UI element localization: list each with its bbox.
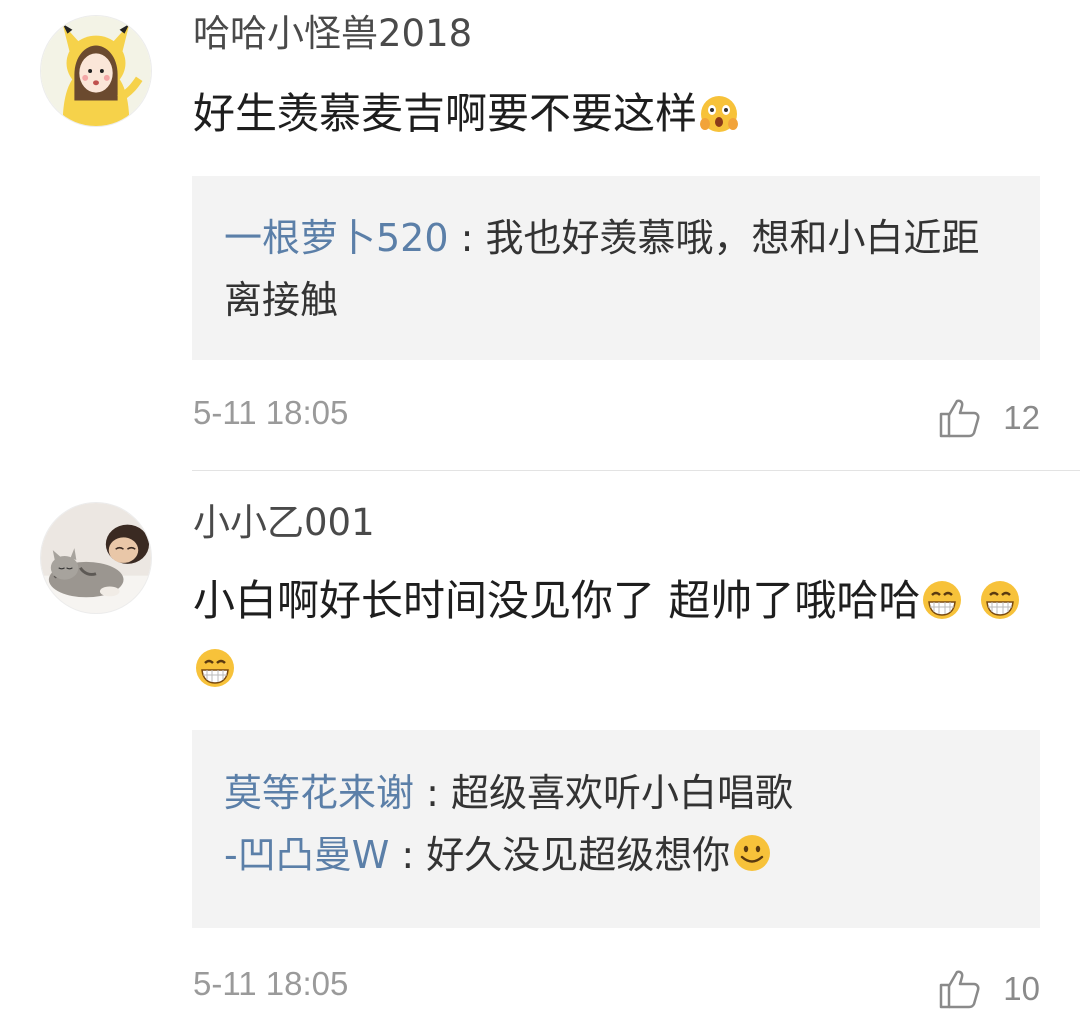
pikachu-hoodie-girl-avatar-icon bbox=[41, 16, 151, 126]
comment-username[interactable]: 哈哈小怪兽2018 bbox=[193, 12, 472, 56]
scared-face-emoji-icon bbox=[697, 91, 741, 135]
reply-separator: : bbox=[389, 833, 427, 877]
comment-item: 哈哈小怪兽2018 好生羡慕麦吉啊要不要这样 一根萝卜520 : 我也好羡慕哦，… bbox=[0, 0, 1080, 470]
like-button[interactable]: 10 bbox=[937, 967, 1040, 1011]
grinning-face-emoji-icon bbox=[920, 578, 964, 622]
smiley-face-emoji-icon bbox=[730, 831, 774, 875]
like-count: 10 bbox=[1003, 970, 1040, 1007]
reply-separator: : bbox=[414, 771, 451, 815]
reply-item: 一根萝卜520 : 我也好羡慕哦，想和小白近距离接触 bbox=[224, 207, 1008, 331]
reply-item: -凹凸曼W : 好久没见超级想你 bbox=[224, 824, 1008, 886]
avatar[interactable] bbox=[40, 502, 152, 614]
reply-item: 莫等花来谢 : 超级喜欢听小白唱歌 bbox=[224, 762, 1008, 824]
comment-text-content: 小白啊好长时间没见你了 超帅了哦哈哈 bbox=[193, 576, 921, 625]
avatar[interactable] bbox=[40, 15, 152, 127]
comment-timestamp: 5-11 18:05 bbox=[193, 394, 349, 431]
reply-author[interactable]: 莫等花来谢 bbox=[224, 771, 414, 815]
comment-text: 小白啊好长时间没见你了 超帅了哦哈哈 bbox=[193, 567, 1023, 703]
reply-thread[interactable]: 莫等花来谢 : 超级喜欢听小白唱歌 -凹凸曼W : 好久没见超级想你 bbox=[192, 730, 1040, 928]
like-button[interactable]: 12 bbox=[937, 396, 1040, 440]
reply-text: 超级喜欢听小白唱歌 bbox=[450, 771, 793, 815]
grinning-face-emoji-icon bbox=[193, 646, 237, 690]
comment-text-content: 好生羡慕麦吉啊要不要这样 bbox=[193, 89, 698, 138]
grinning-face-emoji-icon bbox=[978, 578, 1022, 622]
reply-author[interactable]: 一根萝卜520 bbox=[224, 216, 449, 260]
thumbs-up-icon bbox=[937, 396, 981, 440]
comment-username[interactable]: 小小乙001 bbox=[193, 501, 375, 545]
reply-thread[interactable]: 一根萝卜520 : 我也好羡慕哦，想和小白近距离接触 bbox=[192, 176, 1040, 360]
comment-timestamp: 5-11 18:05 bbox=[193, 965, 349, 1002]
thumbs-up-icon bbox=[937, 967, 981, 1011]
reply-author[interactable]: -凹凸曼W bbox=[224, 833, 389, 877]
comment-item: 小小乙001 小白啊好长时间没见你了 超帅了哦哈哈 莫等花来谢 : 超级喜欢听小… bbox=[0, 471, 1080, 1013]
sleeping-cat-avatar-icon bbox=[41, 503, 151, 613]
like-count: 12 bbox=[1003, 399, 1040, 436]
reply-text: 好久没见超级想你 bbox=[426, 833, 731, 877]
reply-separator: : bbox=[448, 216, 486, 260]
comment-text: 好生羡慕麦吉啊要不要这样 bbox=[193, 80, 1023, 148]
